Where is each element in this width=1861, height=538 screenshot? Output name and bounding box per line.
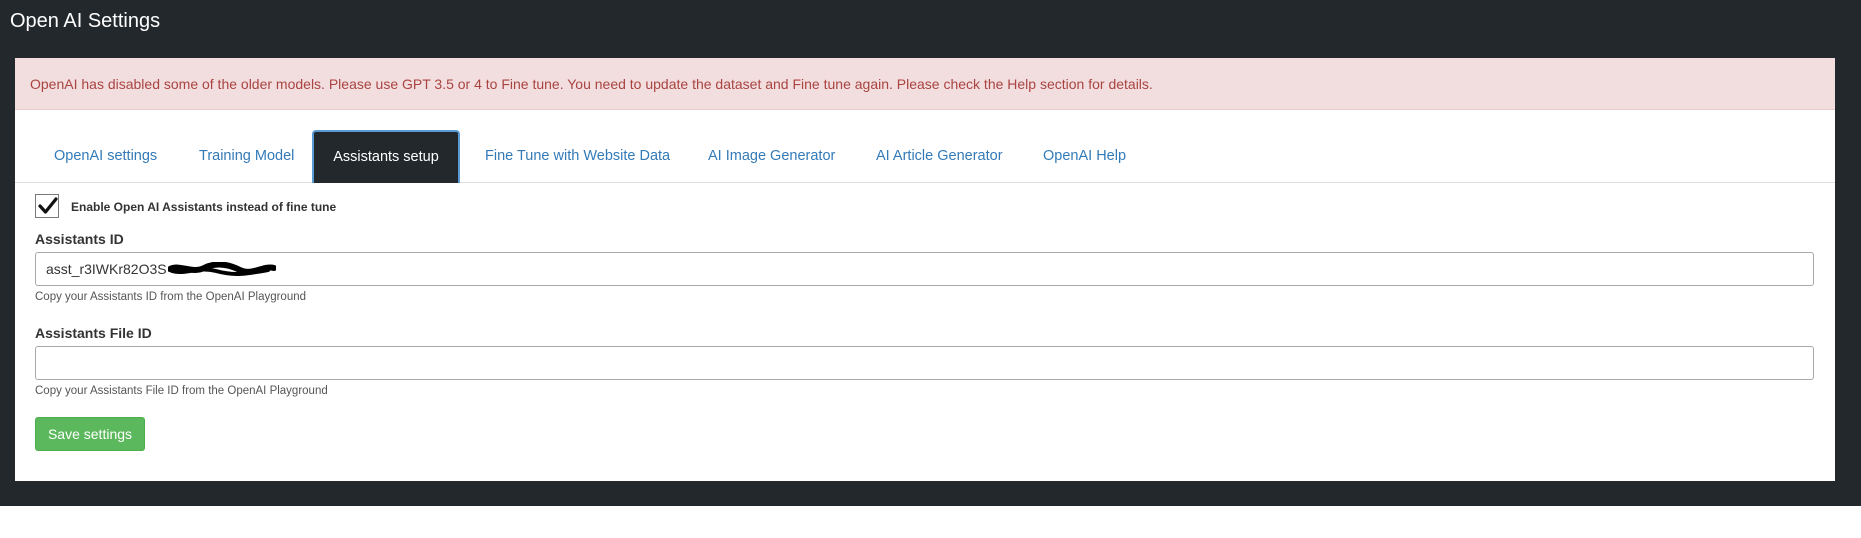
tab-training-model[interactable]: Training Model: [199, 130, 294, 183]
assistants-file-id-label: Assistants File ID: [35, 325, 152, 341]
assistants-id-help: Copy your Assistants ID from the OpenAI …: [35, 291, 307, 303]
tab-bar: OpenAI settings Training Model Assistant…: [15, 130, 1835, 183]
tab-openai-settings[interactable]: OpenAI settings: [54, 130, 157, 183]
assistants-id-label: Assistants ID: [35, 231, 124, 247]
settings-panel: OpenAI has disabled some of the older mo…: [15, 58, 1835, 481]
enable-assistants-checkbox[interactable]: [35, 194, 59, 218]
tab-openai-help[interactable]: OpenAI Help: [1043, 130, 1126, 183]
settings-frame: Open AI Settings OpenAI has disabled som…: [0, 0, 1861, 506]
redaction-scribble: [168, 262, 276, 276]
assistants-id-input[interactable]: [35, 252, 1814, 286]
tab-fine-tune-website[interactable]: Fine Tune with Website Data: [485, 130, 670, 183]
assistants-file-id-help: Copy your Assistants File ID from the Op…: [35, 385, 328, 397]
alert-banner: OpenAI has disabled some of the older mo…: [15, 58, 1835, 110]
checkmark-icon: [38, 197, 58, 214]
assistants-file-id-input[interactable]: [35, 346, 1814, 380]
save-settings-button[interactable]: Save settings: [35, 417, 145, 451]
alert-message: OpenAI has disabled some of the older mo…: [30, 76, 1153, 92]
page-title: Open AI Settings: [10, 10, 161, 32]
enable-assistants-label: Enable Open AI Assistants instead of fin…: [71, 200, 337, 214]
tab-ai-article-generator[interactable]: AI Article Generator: [876, 130, 1003, 183]
tab-ai-image-generator[interactable]: AI Image Generator: [708, 130, 835, 183]
tab-assistants-setup[interactable]: Assistants setup: [312, 130, 460, 183]
